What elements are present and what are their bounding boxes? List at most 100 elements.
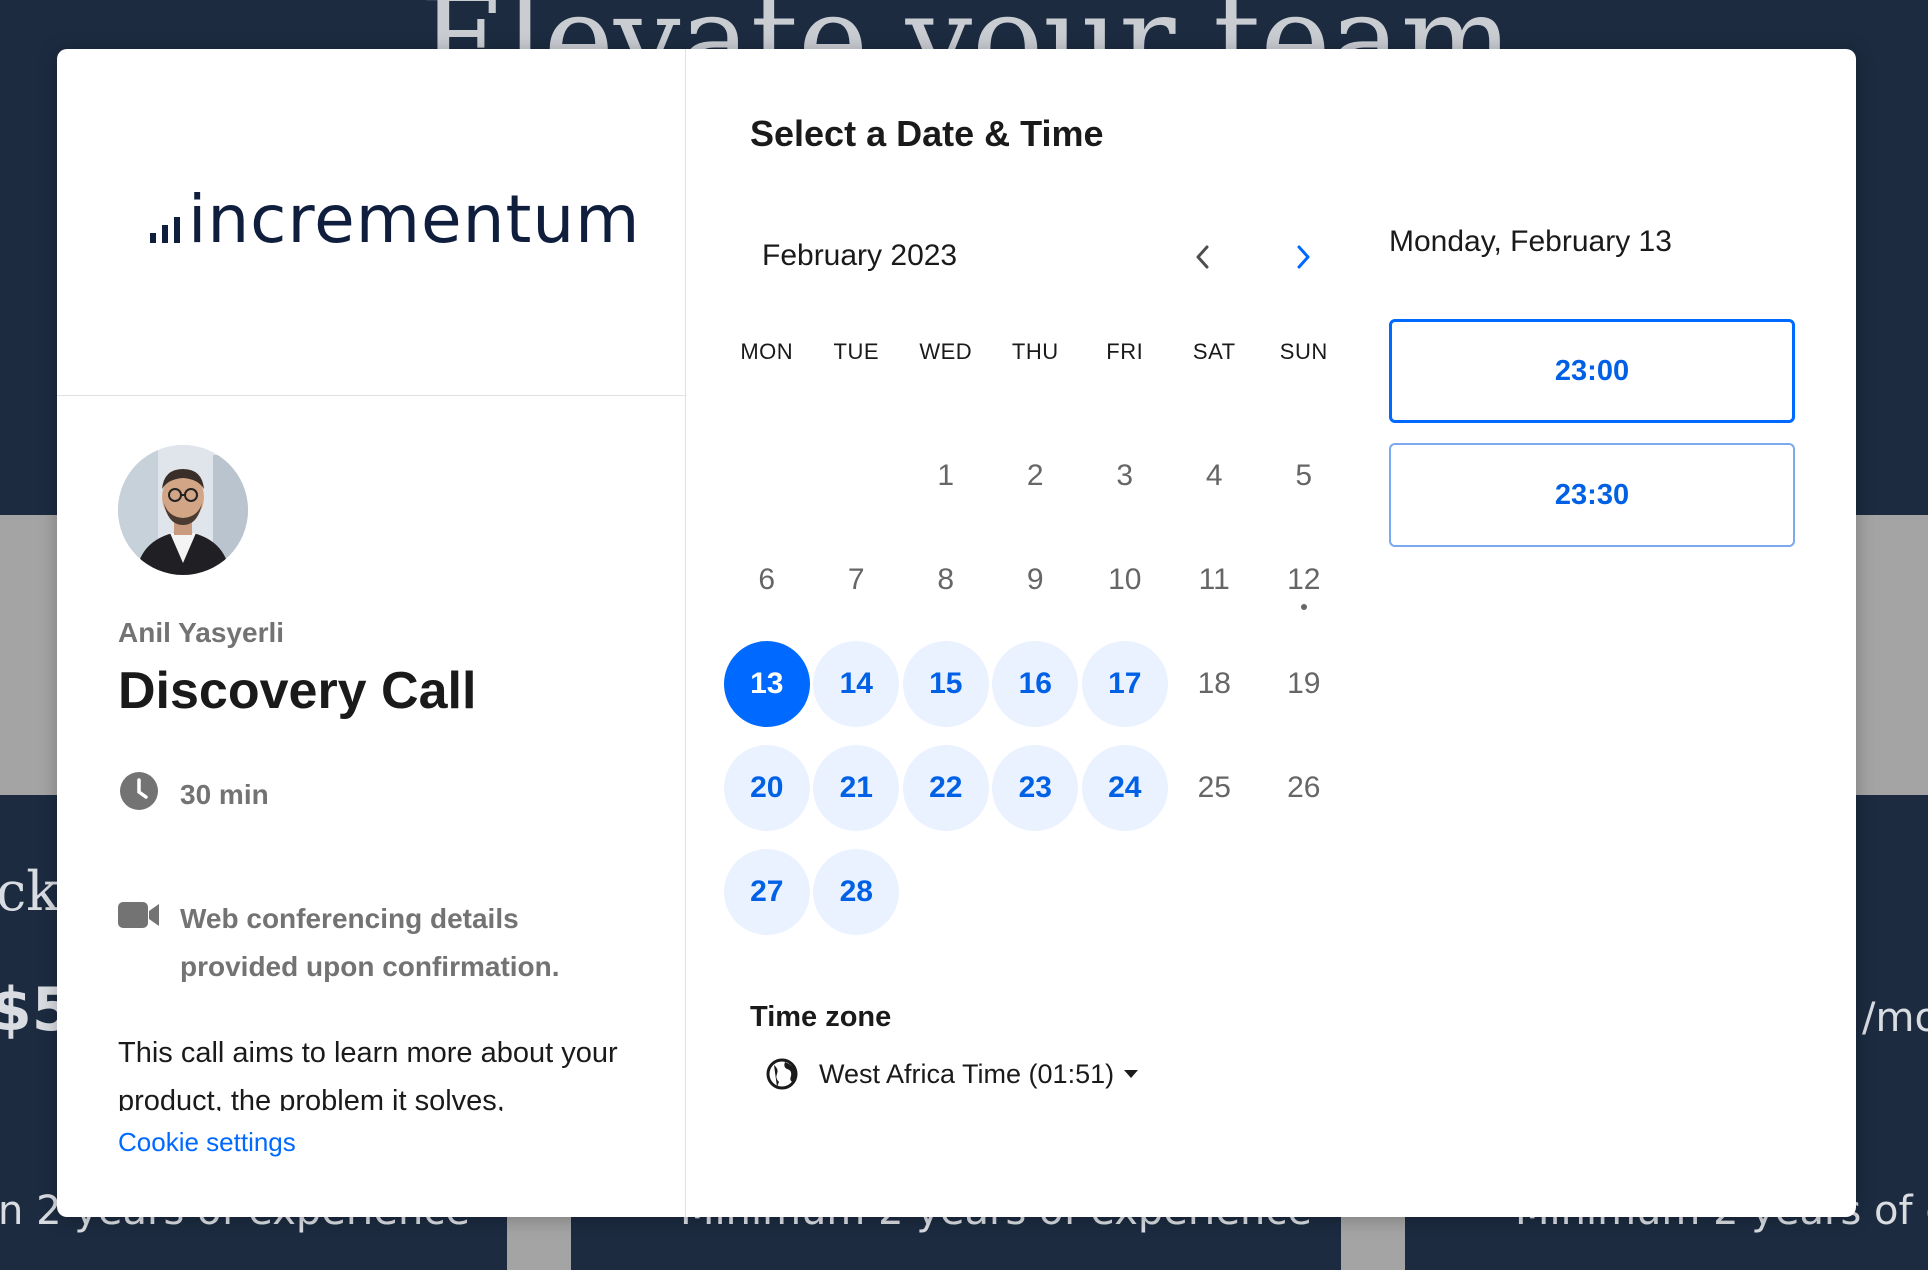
section-title: Select a Date & Time (750, 113, 1104, 154)
calendar-cell: 16 (991, 632, 1081, 736)
globe-icon (766, 1058, 798, 1090)
calendar-cell: 5 (1259, 424, 1349, 528)
duration-label: 30 min (180, 779, 269, 810)
calendar-cell: 4 (1170, 424, 1260, 528)
calendar-cell: 1 (901, 424, 991, 528)
caret-down-icon (1124, 1070, 1139, 1078)
calendar-cell: 2 (991, 424, 1081, 528)
selected-date-heading: Monday, February 13 (1389, 225, 1672, 258)
logo-bars-icon (150, 217, 180, 243)
calendar-cell: 3 (1080, 424, 1170, 528)
today-indicator-dot (1300, 604, 1307, 610)
weekday-label: MON (740, 339, 794, 364)
event-description: This call aims to learn more about your … (118, 1037, 618, 1111)
calendar-day: 11 (1198, 563, 1230, 596)
calendar-day-available[interactable]: 24 (1081, 745, 1168, 831)
calendar-cell: 15 (901, 632, 991, 736)
calendar-cell: 6 (722, 528, 812, 632)
weekday-header: MON TUE WED THU FRI SAT SUN (722, 339, 1349, 365)
host-avatar (118, 445, 248, 575)
timezone-select[interactable]: West Africa Time (01:51) (765, 1057, 1139, 1091)
calendar-day: 8 (937, 563, 955, 596)
calendar-cell: 17 (1080, 632, 1170, 736)
brand-logo: incrementum (150, 187, 640, 253)
calendar-cell: 12 (1259, 528, 1349, 632)
calendar-cell: 26 (1259, 736, 1349, 840)
clock-icon (118, 771, 160, 811)
event-title: Discovery Call (118, 662, 477, 720)
calendar-day: 3 (1116, 459, 1134, 492)
calendar-cell: 20 (722, 736, 812, 840)
calendar-cell: 13 (722, 632, 812, 736)
calendar-day-available[interactable]: 17 (1081, 641, 1168, 727)
calendar-cell: 8 (901, 528, 991, 632)
calendar-cell: 7 (812, 528, 902, 632)
calendar-cell: 23 (991, 736, 1081, 840)
weekday-label: WED (919, 339, 973, 364)
background-side-text: ck (0, 860, 59, 923)
calendar-day-available[interactable]: 27 (723, 849, 810, 935)
background-per-month: /mo (1862, 995, 1928, 1041)
chevron-right-icon (1297, 245, 1310, 269)
calendar-day: 26 (1287, 771, 1321, 804)
chevron-left-icon (1196, 245, 1209, 269)
calendar-grid: 1 2 3 4 5 6 7 8 9 10 11 12 13 14 15 16 17 18 19 20 21 22 23 24 2… (722, 424, 1348, 944)
calendar-day-available[interactable]: 20 (723, 745, 810, 831)
calendar-day: 19 (1287, 667, 1321, 700)
calendar-cell: 21 (812, 736, 902, 840)
calendar-cell: 11 (1170, 528, 1260, 632)
calendar-blank (722, 424, 812, 528)
calendar-day: 1 (937, 459, 955, 492)
host-name: Anil Yasyerli (118, 617, 285, 648)
event-location: Web conferencing details provided upon c… (118, 895, 600, 991)
weekday-label: TUE (833, 339, 879, 364)
previous-month-button[interactable] (1175, 229, 1231, 285)
calendar-day: 12 (1287, 563, 1321, 596)
weekday-label: SUN (1279, 339, 1328, 364)
month-label: February 2023 (762, 239, 958, 272)
calendar-cell: 18 (1170, 632, 1260, 736)
calendar-cell: 25 (1170, 736, 1260, 840)
calendar-day-available[interactable]: 28 (813, 849, 900, 935)
calendar-day: 10 (1108, 563, 1142, 596)
calendar-cell: 9 (991, 528, 1081, 632)
logo-text: incrementum (188, 181, 641, 258)
next-month-button[interactable] (1275, 229, 1331, 285)
calendar-day-available[interactable]: 16 (992, 641, 1079, 727)
video-camera-icon (118, 895, 160, 935)
calendar-day: 7 (847, 563, 865, 596)
calendar-day-available[interactable]: 23 (992, 745, 1079, 831)
weekday-label: FRI (1106, 339, 1144, 364)
scheduling-modal: incrementum Anil Yasyerli Discovery Call (57, 49, 1856, 1217)
calendar-cell: 28 (812, 840, 902, 944)
calendar-day-available[interactable]: 15 (902, 641, 989, 727)
event-duration: 30 min (118, 771, 269, 819)
calendar-day-available[interactable]: 22 (902, 745, 989, 831)
calendar-day: 2 (1026, 459, 1044, 492)
cookie-settings-link[interactable]: Cookie settings (118, 1127, 296, 1158)
time-slot-button[interactable]: 23:30 (1389, 443, 1795, 547)
calendar-cell: 27 (722, 840, 812, 944)
weekday-label: SAT (1192, 339, 1236, 364)
calendar-cell: 24 (1080, 736, 1170, 840)
calendar-day: 6 (758, 563, 776, 596)
calendar-day-available[interactable]: 14 (813, 641, 900, 727)
location-label: Web conferencing details provided upon c… (180, 903, 560, 982)
calendar-cell: 10 (1080, 528, 1170, 632)
event-details-panel: incrementum Anil Yasyerli Discovery Call (57, 49, 686, 1217)
calendar-cell: 14 (812, 632, 902, 736)
calendar-day-available[interactable]: 21 (813, 745, 900, 831)
calendar-day: 9 (1026, 563, 1044, 596)
calendar-cell: 19 (1259, 632, 1349, 736)
weekday-label: THU (1011, 339, 1059, 364)
calendar-day: 18 (1197, 667, 1231, 700)
timezone-label: Time zone (750, 1001, 892, 1033)
timezone-value: West Africa Time (01:51) (819, 1058, 1115, 1089)
logo-area: incrementum (57, 49, 685, 396)
calendar-day: 4 (1205, 459, 1223, 492)
calendar-blank (812, 424, 902, 528)
calendar-day: 25 (1197, 771, 1231, 804)
calendar-cell: 22 (901, 736, 991, 840)
calendar-day-selected[interactable]: 13 (723, 641, 810, 727)
time-slot-button[interactable]: 23:00 (1389, 319, 1795, 423)
